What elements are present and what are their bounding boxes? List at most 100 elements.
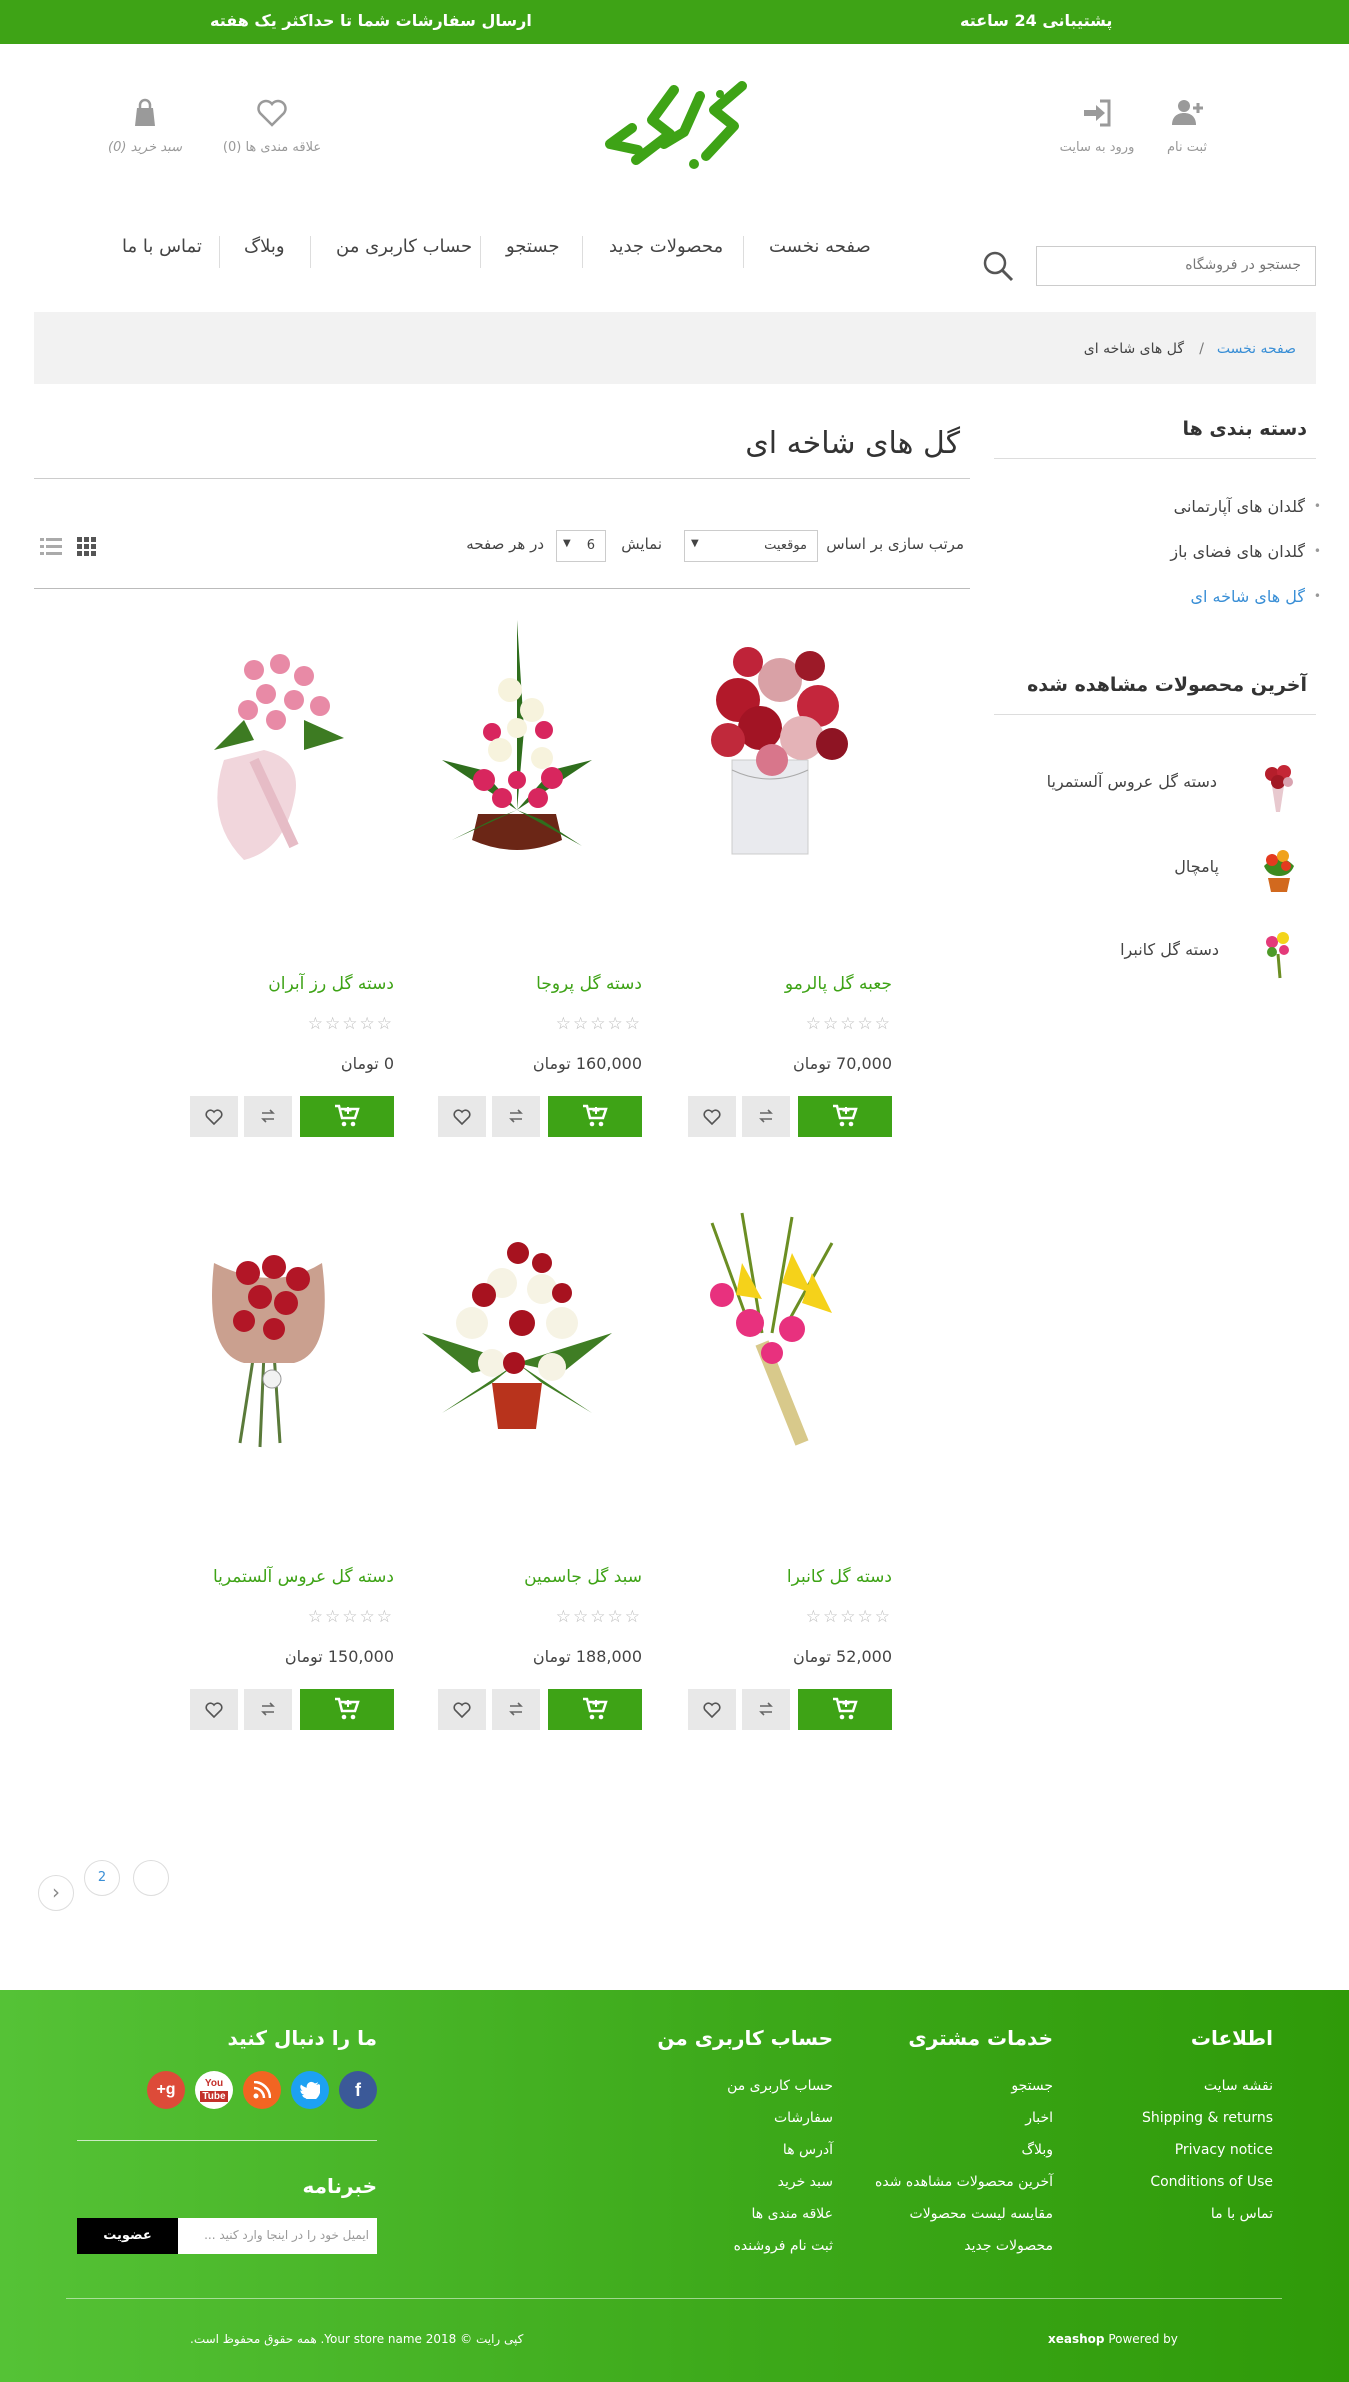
category-item-cut-flowers[interactable]: گل های شاخه ای <box>1190 587 1320 606</box>
footer-link-sitemap[interactable]: نقشه سایت <box>1204 2078 1273 2094</box>
cart-label: سبد خرید (0) <box>108 140 182 155</box>
wishlist-link[interactable]: علاقه مندی ها (0) <box>212 96 332 155</box>
product-name[interactable]: دسته گل کانبرا <box>787 1567 892 1587</box>
nav-my-account[interactable]: حساب کاربری من <box>336 236 472 270</box>
add-to-cart-button[interactable] <box>548 1689 642 1730</box>
footer-link-my-account[interactable]: حساب کاربری من <box>727 2078 833 2094</box>
pagination-page-2[interactable]: 2 <box>84 1860 120 1896</box>
product-name[interactable]: دسته گل پروجا <box>536 974 642 994</box>
nav-contact[interactable]: تماس با ما <box>122 236 202 270</box>
twitter-icon[interactable] <box>291 2071 329 2109</box>
add-to-wishlist-button[interactable] <box>688 1689 736 1730</box>
heart-icon <box>703 1702 721 1718</box>
footer-link-compare[interactable]: مقایسه لیست محصولات <box>910 2206 1053 2222</box>
footer-account-title: حساب کاربری من <box>657 2026 833 2050</box>
footer-link-new-products[interactable]: محصولات جدید <box>964 2238 1053 2254</box>
register-link[interactable]: ثبت نام <box>1152 96 1222 155</box>
product-image[interactable] <box>642 610 892 870</box>
compare-button[interactable] <box>492 1689 540 1730</box>
add-to-cart-button[interactable] <box>300 1689 394 1730</box>
footer-link-cart[interactable]: سبد خرید <box>778 2174 833 2190</box>
add-to-cart-button[interactable] <box>300 1096 394 1137</box>
add-to-cart-button[interactable] <box>548 1096 642 1137</box>
footer-newsletter-title: خبرنامه <box>302 2174 377 2198</box>
product-price: 70,000 تومان <box>793 1054 892 1073</box>
support-notice: پشتیبانی 24 ساعته <box>960 11 1113 30</box>
product-name[interactable]: دسته گل رز آبران <box>268 974 394 994</box>
recent-product-image[interactable] <box>1250 752 1308 816</box>
add-to-cart-button[interactable] <box>798 1689 892 1730</box>
footer-link-orders[interactable]: سفارشات <box>774 2110 833 2126</box>
subscribe-button[interactable]: عضویت <box>77 2218 178 2254</box>
login-link[interactable]: ورود به سایت <box>1052 96 1142 155</box>
pagination-prev-button[interactable]: ‹ <box>38 1875 74 1911</box>
recent-product-name[interactable]: دسته گل کانبرا <box>1120 940 1219 959</box>
footer-link-blog[interactable]: وبلاگ <box>1021 2142 1053 2158</box>
footer-link-search[interactable]: جستجو <box>1011 2078 1053 2094</box>
youtube-icon[interactable]: You Tube <box>195 2071 233 2109</box>
recent-product-name[interactable]: دسته گل عروس آلستمریا <box>1047 772 1217 791</box>
compare-button[interactable] <box>742 1096 790 1137</box>
footer-link-addresses[interactable]: آدرس ها <box>783 2142 833 2158</box>
rss-icon[interactable] <box>243 2071 281 2109</box>
footer-link-wishlist[interactable]: علاقه مندی ها <box>752 2206 833 2222</box>
product-image[interactable] <box>642 1203 892 1463</box>
list-view-icon[interactable] <box>40 537 62 557</box>
footer-link-shipping[interactable]: Shipping & returns <box>1142 2110 1273 2126</box>
product-image[interactable] <box>392 610 642 870</box>
footer-link-vendor-register[interactable]: ثبت نام فروشنده <box>734 2238 833 2254</box>
sort-select[interactable]: موقعیت ▼ <box>684 530 818 562</box>
product-image[interactable] <box>144 1203 394 1463</box>
newsletter-email-input[interactable]: ایمیل خود را در اینجا وارد کنید ... <box>178 2218 377 2254</box>
compare-button[interactable] <box>244 1096 292 1137</box>
breadcrumb-home[interactable]: صفحه نخست <box>1217 341 1296 357</box>
nav-search[interactable]: جستجو <box>506 236 560 270</box>
add-to-wishlist-button[interactable] <box>688 1096 736 1137</box>
google-plus-icon[interactable]: g+ <box>147 2071 185 2109</box>
nav-blog[interactable]: وبلاگ <box>244 236 285 270</box>
product-name[interactable]: جعبه گل پالرمو <box>785 974 892 994</box>
search-icon[interactable] <box>982 250 1014 282</box>
cart-icon <box>583 1104 608 1127</box>
nav-home[interactable]: صفحه نخست <box>769 236 871 270</box>
product-name[interactable]: سبد گل جاسمین <box>524 1567 642 1587</box>
grid-view-icon[interactable] <box>77 537 97 557</box>
recent-product-image[interactable] <box>1250 918 1308 982</box>
cart-link[interactable]: سبد خرید (0) <box>100 96 190 155</box>
site-logo[interactable] <box>602 76 748 172</box>
cart-icon <box>583 1697 608 1720</box>
add-to-wishlist-button[interactable] <box>190 1689 238 1730</box>
search-input[interactable]: جستجو در فروشگاه <box>1036 246 1316 286</box>
heart-icon <box>257 99 287 127</box>
page-title: گل های شاخه ای <box>745 426 960 461</box>
compare-button[interactable] <box>244 1689 292 1730</box>
user-plus-icon <box>1172 100 1203 125</box>
recent-product-name[interactable]: پامچال <box>1174 857 1219 876</box>
facebook-icon[interactable]: f <box>339 2071 377 2109</box>
compare-button[interactable] <box>492 1096 540 1137</box>
sort-label: مرتب سازی بر اساس <box>826 535 964 553</box>
product-image[interactable] <box>144 610 394 870</box>
add-to-cart-button[interactable] <box>798 1096 892 1137</box>
category-item-outdoor-pots[interactable]: گلدان های فضای باز <box>1170 542 1320 561</box>
category-item-apartment-pots[interactable]: گلدان های آپارتمانی <box>1174 497 1322 516</box>
add-to-wishlist-button[interactable] <box>190 1096 238 1137</box>
product-image[interactable] <box>392 1203 642 1463</box>
product-card: جعبه گل پالرمو ☆☆☆☆☆ 70,000 تومان <box>642 610 892 1180</box>
footer-link-conditions[interactable]: Conditions of Use <box>1150 2174 1273 2190</box>
chevron-down-icon: ▼ <box>563 538 571 549</box>
per-page-select[interactable]: 6 ▼ <box>556 530 606 562</box>
compare-button[interactable] <box>742 1689 790 1730</box>
footer-link-recently-viewed[interactable]: آخرین محصولات مشاهده شده <box>875 2174 1053 2190</box>
nav-new-products[interactable]: محصولات جدید <box>609 236 723 270</box>
recent-product-image[interactable] <box>1250 836 1308 900</box>
powered-brand[interactable]: xeashop <box>1048 2332 1105 2346</box>
add-to-wishlist-button[interactable] <box>438 1689 486 1730</box>
footer-link-privacy[interactable]: Privacy notice <box>1175 2142 1273 2158</box>
footer-link-contact[interactable]: تماس با ما <box>1211 2206 1273 2222</box>
product-name[interactable]: دسته گل عروس آلستمریا <box>213 1567 394 1587</box>
register-label: ثبت نام <box>1166 140 1208 155</box>
footer-link-news[interactable]: اخبار <box>1025 2110 1053 2126</box>
pagination-current[interactable] <box>133 1860 169 1896</box>
add-to-wishlist-button[interactable] <box>438 1096 486 1137</box>
